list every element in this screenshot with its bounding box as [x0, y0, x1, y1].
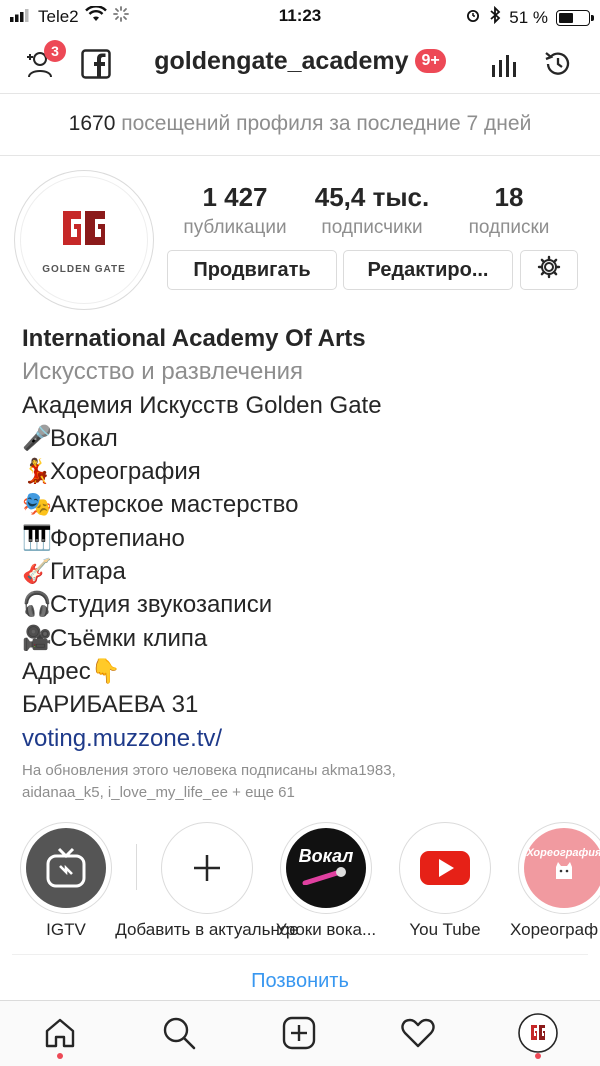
followers-count: 45,4 тыс. — [314, 182, 430, 212]
piano-keys-icon: 🎹 — [22, 524, 52, 552]
guitar-icon: 🎸 — [22, 558, 52, 586]
followers-label: подписчики — [321, 217, 423, 238]
bio-address-label: Адрес👇 — [22, 655, 592, 688]
archive-history-icon[interactable] — [538, 44, 578, 84]
battery-icon — [556, 9, 594, 26]
bio-item-acting: 🎭Актерское мастерство — [22, 488, 592, 521]
bluetooth-icon — [489, 5, 501, 29]
following-count: 18 — [494, 182, 524, 212]
highlight-cover-text: Хореография — [526, 846, 600, 859]
highlight-igtv[interactable]: IGTV — [20, 822, 112, 939]
profile-avatar[interactable]: GOLDEN GATE — [14, 170, 154, 310]
visits-count: 1670 — [68, 112, 116, 135]
pink-microphone-icon — [301, 867, 351, 890]
profile-bio: International Academy Of Arts Искусство … — [22, 322, 592, 755]
status-bar: Tele2 11:23 51 % — [0, 0, 600, 34]
following-label: подписки — [468, 217, 550, 238]
profile-full-name: International Academy Of Arts — [22, 325, 366, 352]
profile-header: 3 goldengate_academy 9+ — [0, 34, 600, 94]
visits-text: посещений профиля за последние 7 дней — [121, 112, 532, 135]
profile-visits-banner[interactable]: 1670 посещений профиля за последние 7 дн… — [0, 94, 600, 156]
plus-icon — [167, 828, 247, 908]
avatar-logo-text: GOLDEN GATE — [42, 264, 126, 275]
posts-count: 1 427 — [202, 182, 268, 212]
highlight-label: Хореограф — [510, 920, 599, 939]
pointing-down-icon: 👇 — [90, 657, 121, 685]
bio-item-video: 🎥Съёмки клипа — [22, 622, 592, 655]
theater-masks-icon: 🎭 — [22, 491, 52, 519]
dancer-icon: 💃 — [22, 458, 52, 486]
highlight-add-new[interactable]: Добавить в актуальное — [115, 822, 299, 939]
headphones-icon: 🎧 — [22, 591, 52, 619]
alarm-icon — [465, 7, 481, 28]
promote-button[interactable]: Продвигать — [167, 250, 337, 290]
settings-button[interactable] — [520, 250, 578, 290]
bio-address: БАРИБАЕВА 31 — [22, 691, 199, 719]
stat-posts[interactable]: 1 427 публикации — [170, 182, 300, 239]
edit-profile-button[interactable]: Редактиро... — [343, 250, 513, 290]
home-icon[interactable] — [40, 1013, 80, 1053]
bio-website-link[interactable]: voting.muzzone.tv/ — [22, 722, 592, 755]
followed-by-text[interactable]: На обновления этого человека подписаны a… — [22, 760, 522, 804]
new-post-icon[interactable] — [279, 1013, 319, 1053]
cat-icon — [551, 859, 577, 890]
profile-notification-dot — [535, 1053, 541, 1059]
bio-line: Академия Искусств Golden Gate — [22, 391, 382, 419]
profile-avatar-icon[interactable] — [518, 1013, 558, 1053]
highlight-label: Уроки вока... — [275, 920, 377, 939]
activity-heart-icon[interactable] — [398, 1013, 438, 1053]
movie-camera-icon: 🎥 — [22, 624, 52, 652]
microphone-icon: 🎤 — [22, 424, 52, 452]
bio-item-guitar: 🎸Гитара — [22, 555, 592, 588]
highlight-label: You Tube — [409, 920, 481, 939]
search-icon[interactable] — [159, 1013, 199, 1053]
call-button[interactable]: Позвонить — [0, 970, 600, 993]
golden-gate-logo-icon — [59, 205, 109, 256]
highlight-cover-text: Вокал — [298, 846, 354, 866]
bio-item-vocal: 🎤Вокал — [22, 422, 592, 455]
bio-item-piano: 🎹Фортепиано — [22, 522, 592, 555]
stat-followers[interactable]: 45,4 тыс. подписчики — [307, 182, 437, 239]
highlight-vocal-lessons[interactable]: Вокал Уроки вока... — [276, 822, 376, 939]
highlight-choreography[interactable]: Хореография Хореограф — [510, 822, 600, 939]
profile-category[interactable]: Искусство и развлечения — [22, 355, 592, 388]
home-notification-dot — [57, 1053, 63, 1059]
bio-item-choreography: 💃Хореография — [22, 455, 592, 488]
bottom-nav — [0, 1000, 600, 1066]
section-divider — [12, 954, 588, 955]
gear-icon — [537, 255, 561, 285]
igtv-icon — [26, 828, 106, 908]
insights-icon[interactable] — [484, 44, 524, 84]
youtube-icon — [405, 828, 485, 908]
highlight-youtube[interactable]: You Tube — [399, 822, 491, 939]
bio-item-studio: 🎧Студия звукозаписи — [22, 588, 592, 621]
stat-following[interactable]: 18 подписки — [444, 182, 574, 239]
notification-badge: 9+ — [415, 49, 446, 74]
highlight-separator — [136, 844, 137, 890]
posts-label: публикации — [183, 217, 287, 238]
battery-percent: 51 % — [509, 7, 548, 27]
